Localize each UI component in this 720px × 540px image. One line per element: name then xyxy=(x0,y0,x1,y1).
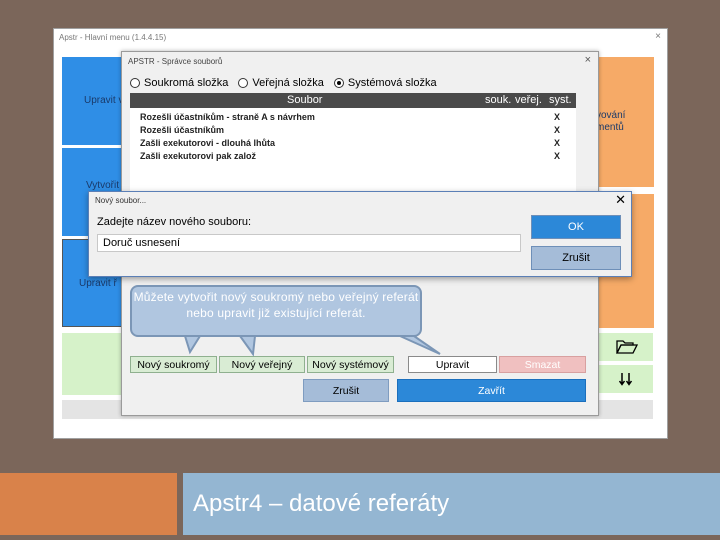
row-system-mark: X xyxy=(554,112,561,122)
col-public[interactable]: veřej. xyxy=(515,94,542,106)
cancel-button[interactable]: Zrušit xyxy=(303,379,389,402)
close-button[interactable]: Zavřít xyxy=(397,379,586,402)
radio-system-label: Systémová složka xyxy=(347,77,437,89)
col-private[interactable]: souk. xyxy=(485,94,511,106)
table-row[interactable]: Rozešli účastníkům - straně A s návrhem … xyxy=(130,111,576,124)
new-file-name-input[interactable]: Doruč usnesení xyxy=(97,234,521,252)
tile-documents-label-2: mentů xyxy=(596,122,624,133)
radio-private-dot xyxy=(130,78,140,88)
tile-create-label: Vytvořit xyxy=(86,180,119,191)
new-file-dialog: Nový soubor... ✕ Zadejte název nového so… xyxy=(88,191,632,277)
tile-edit-2-label: Upravit ř xyxy=(79,278,117,289)
main-window-title: Apstr - Hlavní menu (1.4.4.15) xyxy=(59,33,167,42)
row-name: Rozešli účastníkům - straně A s návrhem xyxy=(140,112,315,122)
radio-private-folder[interactable]: Soukromá složka xyxy=(130,77,228,89)
new-private-button[interactable]: Nový soukromý xyxy=(130,356,217,373)
new-public-button[interactable]: Nový veřejný xyxy=(219,356,305,373)
new-file-prompt: Zadejte název nového souboru: xyxy=(97,216,252,228)
callout-bubble: Můžete vytvořit nový soukromý nebo veřej… xyxy=(130,285,422,337)
radio-system-folder[interactable]: Systémová složka xyxy=(333,77,437,89)
sort-button[interactable] xyxy=(592,365,653,393)
radio-public-folder[interactable]: Veřejná složka xyxy=(238,77,324,89)
row-name: Zašli exekutorovi - dlouhá lhůta xyxy=(140,138,276,148)
file-list[interactable]: Soubor souk. veřej. syst. Rozešli účastn… xyxy=(130,93,576,193)
tile-documents-label-1: vování xyxy=(596,110,626,121)
row-system-mark: X xyxy=(554,138,561,148)
edit-button[interactable]: Upravit xyxy=(408,356,497,373)
radio-system-dot xyxy=(333,78,344,88)
folder-type-radios: Soukromá složka Veřejná složka Systémová… xyxy=(130,76,447,90)
tile-edit-label: Upravit v xyxy=(84,95,124,106)
file-manager-title: APSTR - Správce souborů xyxy=(128,57,223,66)
new-file-close-icon[interactable]: ✕ xyxy=(615,192,626,208)
delete-button[interactable]: Smazat xyxy=(499,356,586,373)
file-list-header: Soubor souk. veřej. syst. xyxy=(130,93,576,108)
table-row[interactable]: Zašli exekutorovi - dlouhá lhůta X xyxy=(130,137,576,150)
folder-open-icon xyxy=(616,340,638,354)
main-window-close-button[interactable]: × xyxy=(655,31,661,42)
radio-public-label: Veřejná složka xyxy=(252,77,324,89)
radio-public-dot xyxy=(238,78,249,88)
table-row[interactable]: Rozešli účastníkům X xyxy=(130,124,576,137)
col-file[interactable]: Soubor xyxy=(287,94,322,106)
new-file-cancel-button[interactable]: Zrušit xyxy=(531,246,621,270)
row-system-mark: X xyxy=(554,125,561,135)
row-system-mark: X xyxy=(554,151,561,161)
radio-private-label: Soukromá složka xyxy=(144,77,229,89)
table-row[interactable]: Zašli exekutorovi pak založ X xyxy=(130,150,576,163)
new-file-title: Nový soubor... xyxy=(95,196,147,205)
sort-arrows-icon xyxy=(619,373,633,386)
row-name: Zašli exekutorovi pak založ xyxy=(140,151,257,161)
file-manager-close-button[interactable]: × xyxy=(585,54,591,66)
ok-button[interactable]: OK xyxy=(531,215,621,239)
tile-documents[interactable]: vování mentů xyxy=(592,57,654,187)
slide-footer-accent xyxy=(0,473,177,535)
new-system-button[interactable]: Nový systémový xyxy=(307,356,394,373)
row-name: Rozešli účastníkům xyxy=(140,125,225,135)
slide-title: Apstr4 – datové referáty xyxy=(193,490,450,517)
col-system[interactable]: syst. xyxy=(549,94,572,106)
folder-button[interactable] xyxy=(592,333,653,361)
